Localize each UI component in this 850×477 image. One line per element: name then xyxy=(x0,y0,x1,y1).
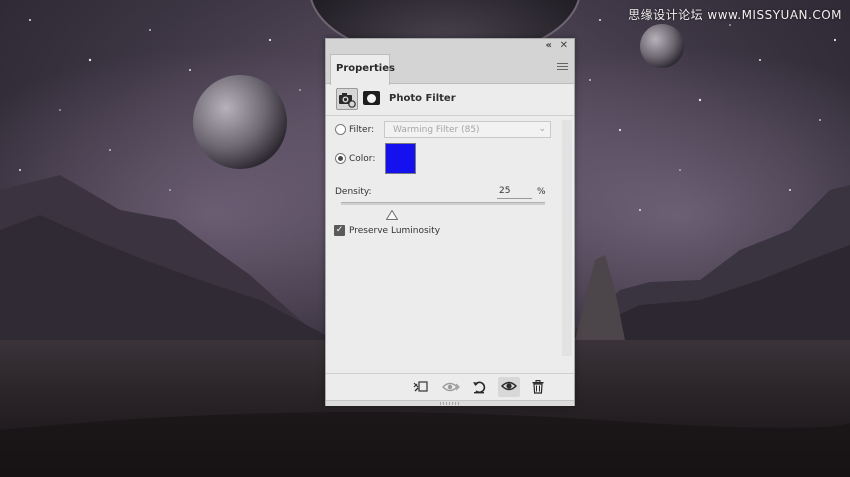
color-label: Color: xyxy=(349,154,376,164)
density-input[interactable]: 25 xyxy=(497,186,532,199)
tab-properties[interactable]: Properties xyxy=(330,54,395,85)
visibility-button[interactable] xyxy=(498,377,520,397)
density-slider-thumb[interactable] xyxy=(385,205,399,220)
panel-tab-bar: Properties xyxy=(326,54,574,85)
density-label: Density: xyxy=(335,187,372,197)
adjustment-header: Photo Filter xyxy=(326,84,574,116)
panel-title-bar[interactable]: « ✕ xyxy=(326,39,574,54)
close-icon[interactable]: ✕ xyxy=(560,40,568,52)
density-slider-track[interactable] xyxy=(341,202,545,205)
density-unit: % xyxy=(537,187,546,197)
trash-icon xyxy=(532,380,544,394)
double-chevron-icon[interactable]: « xyxy=(546,40,552,52)
clip-to-layer-button[interactable] xyxy=(410,377,432,397)
watermark-text: 思缘设计论坛 www.MISSYUAN.COM xyxy=(628,8,842,22)
preserve-luminosity-label: Preserve Luminosity xyxy=(349,226,441,236)
reset-button[interactable] xyxy=(468,377,490,397)
view-previous-button[interactable] xyxy=(440,377,462,397)
filter-label: Filter: xyxy=(349,125,375,135)
scrollbar[interactable] xyxy=(562,120,572,356)
eye-icon xyxy=(501,381,517,391)
filter-radio[interactable] xyxy=(335,124,346,135)
adjustment-title: Photo Filter xyxy=(389,93,456,104)
panel-bottom-toolbar xyxy=(326,373,574,399)
color-radio[interactable] xyxy=(335,153,346,164)
filter-select[interactable]: Warming Filter (85) ⌄ xyxy=(384,121,551,138)
properties-panel: « ✕ Properties Photo Filter Filter: Warm… xyxy=(325,38,575,406)
adjustment-controls xyxy=(326,116,574,362)
color-swatch[interactable] xyxy=(385,143,416,174)
filter-select-value: Warming Filter (85) xyxy=(393,125,480,135)
panel-resize-grip[interactable] xyxy=(326,400,574,406)
view-previous-icon xyxy=(442,382,460,392)
layer-mask-icon[interactable] xyxy=(363,91,380,105)
panel-menu-icon[interactable] xyxy=(557,63,568,72)
preserve-luminosity-checkbox[interactable]: ✓ xyxy=(334,225,345,236)
camera-filter-icon[interactable] xyxy=(336,88,358,110)
delete-button[interactable] xyxy=(527,377,549,397)
reset-icon xyxy=(473,381,486,394)
chevron-down-icon: ⌄ xyxy=(538,124,546,134)
clip-to-layer-icon xyxy=(413,381,428,392)
